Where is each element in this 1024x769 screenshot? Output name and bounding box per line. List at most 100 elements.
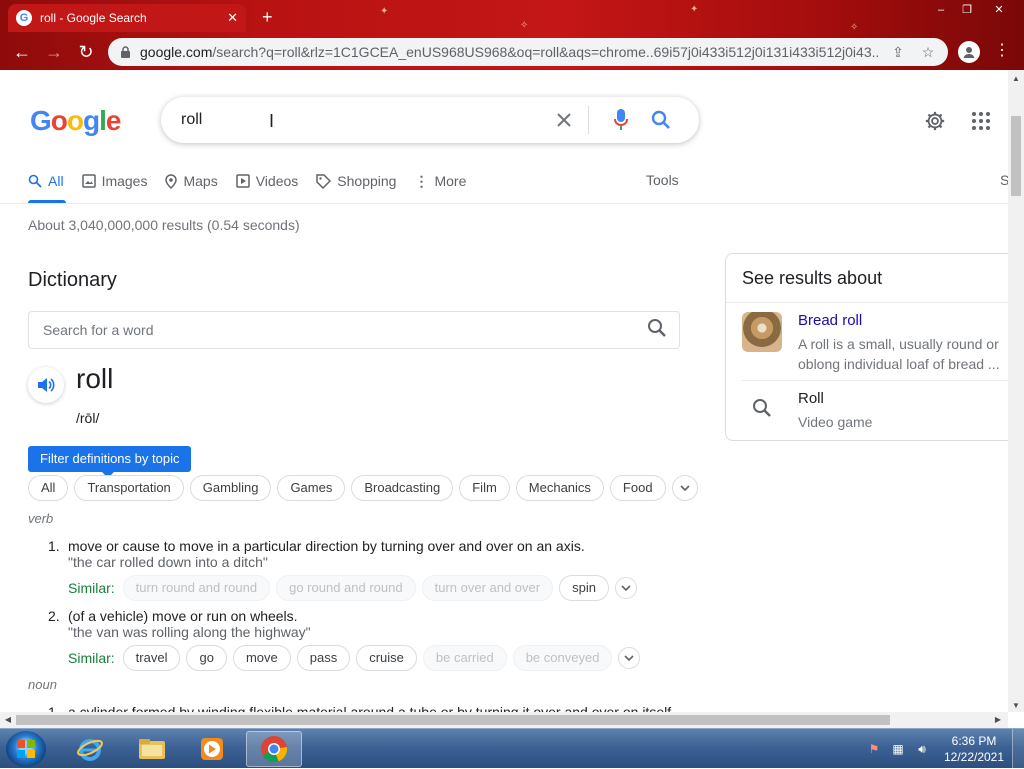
chrome-taskbar-icon[interactable] — [246, 731, 302, 767]
browser-toolbar: ← → ↻ google.com/search?q=roll&rlz=1C1GC… — [0, 34, 1024, 70]
panel-result-subtitle: A roll is a small, usually round or oblon… — [798, 334, 1000, 374]
dictionary-search-field[interactable]: Search for a word — [28, 311, 680, 349]
bookmark-star-icon[interactable]: ☆ — [918, 44, 938, 61]
similar-chip[interactable]: turn over and over — [421, 575, 554, 601]
vertical-scrollbar[interactable]: ▲ ▼ — [1008, 70, 1024, 712]
network-icon[interactable]: ▦ — [888, 742, 908, 756]
settings-gear-icon[interactable] — [922, 108, 948, 134]
system-clock[interactable]: 6:36 PM 12/22/2021 — [940, 733, 1008, 765]
dictionary-headword: roll — [76, 363, 114, 394]
forward-arrow-icon[interactable]: → — [42, 40, 66, 64]
panel-result-title[interactable]: Bread roll — [798, 312, 862, 329]
similar-words-row: Similar: travel go move pass cruise be c… — [68, 645, 641, 671]
similar-chip[interactable]: pass — [296, 645, 351, 671]
topic-chip[interactable]: Film — [459, 475, 510, 501]
topic-chip[interactable]: Games — [277, 475, 346, 501]
bread-roll-thumbnail[interactable] — [742, 312, 782, 352]
topic-chip[interactable]: Food — [609, 475, 666, 501]
similar-chip[interactable]: travel — [122, 645, 181, 671]
similar-label: Similar: — [68, 580, 115, 596]
similar-chip[interactable]: turn round and round — [122, 575, 271, 601]
media-player-icon[interactable] — [184, 731, 240, 767]
logo-letter: g — [83, 105, 100, 136]
browser-tab[interactable]: G roll - Google Search ✕ — [8, 4, 246, 32]
tab-maps[interactable]: Maps — [165, 170, 218, 192]
tab-title: roll - Google Search — [40, 11, 147, 25]
tab-label: Shopping — [337, 173, 397, 189]
topic-chip[interactable]: Transportation — [74, 475, 184, 501]
browser-menu-icon[interactable]: ⋮ — [992, 40, 1012, 60]
image-icon — [81, 174, 96, 188]
back-arrow-icon[interactable]: ← — [10, 40, 34, 64]
cutoff-settings-link[interactable]: S — [1000, 172, 1008, 188]
scroll-right-arrow-icon[interactable]: ▶ — [990, 712, 1006, 728]
dictionary-search-placeholder[interactable]: Search for a word — [43, 322, 647, 338]
share-icon[interactable]: ⇪ — [888, 44, 908, 61]
pronunciation-speaker-icon[interactable] — [28, 367, 64, 403]
chevron-down-icon[interactable] — [671, 475, 698, 501]
similar-chip[interactable]: be conveyed — [512, 645, 613, 671]
tab-all[interactable]: All — [28, 170, 64, 192]
logo-letter: o — [66, 105, 84, 136]
close-window-button[interactable]: ✕ — [986, 2, 1012, 18]
similar-chip[interactable]: go — [186, 645, 227, 671]
search-divider — [588, 106, 589, 134]
tab-more[interactable]: ⋮ More — [414, 170, 466, 192]
profile-avatar-icon[interactable] — [958, 41, 980, 63]
topic-chip[interactable]: Broadcasting — [351, 475, 454, 501]
panel-result-subtitle: Video game — [798, 414, 873, 430]
google-apps-grid-icon[interactable] — [968, 108, 994, 134]
part-of-speech-noun: noun — [28, 677, 57, 692]
google-logo[interactable]: Google — [30, 105, 122, 137]
similar-chip[interactable]: spin — [559, 575, 609, 601]
panel-divider — [726, 302, 1008, 303]
new-tab-button[interactable]: + — [262, 8, 273, 26]
logo-letter: G — [30, 105, 52, 136]
chevron-down-icon[interactable] — [618, 647, 641, 669]
panel-result-title[interactable]: Roll — [798, 390, 824, 407]
volume-icon[interactable]: 🔊︎ — [912, 742, 932, 757]
similar-chip[interactable]: move — [232, 645, 291, 671]
file-explorer-icon[interactable] — [124, 731, 180, 767]
chevron-down-icon[interactable] — [614, 577, 637, 599]
url-text[interactable]: google.com/search?q=roll&rlz=1C1GCEA_enU… — [140, 44, 878, 60]
tab-label: Images — [101, 173, 148, 189]
search-icon[interactable] — [647, 318, 667, 343]
show-desktop-button[interactable] — [1012, 729, 1024, 769]
topic-chip[interactable]: Mechanics — [515, 475, 604, 501]
similar-chip[interactable]: go round and round — [276, 575, 416, 601]
reload-icon[interactable]: ↻ — [74, 40, 98, 64]
similar-chip[interactable]: cruise — [356, 645, 417, 671]
tab-label: More — [434, 173, 467, 189]
restore-button[interactable]: ❐ — [954, 2, 980, 18]
scroll-left-arrow-icon[interactable]: ◀ — [0, 712, 16, 728]
logo-letter: e — [105, 105, 122, 136]
horizontal-scrollbar[interactable]: ◀ ▶ — [0, 712, 1008, 728]
scroll-up-arrow-icon[interactable]: ▲ — [1008, 74, 1024, 83]
similar-chip[interactable]: be carried — [422, 645, 507, 671]
windows-start-button[interactable] — [6, 731, 46, 767]
page-viewport: Google roll I All Images Maps Videos Sho… — [0, 70, 1008, 712]
kebab-icon: ⋮ — [414, 172, 429, 189]
search-input[interactable]: roll — [181, 111, 552, 129]
close-tab-icon[interactable]: ✕ — [227, 10, 238, 26]
topic-chip[interactable]: Gambling — [189, 475, 272, 501]
action-center-flag-icon[interactable]: ⚑ — [864, 742, 884, 756]
address-bar[interactable]: google.com/search?q=roll&rlz=1C1GCEA_enU… — [108, 38, 948, 66]
horizontal-scroll-thumb[interactable] — [16, 715, 890, 725]
topic-chip[interactable]: All — [28, 475, 69, 501]
tab-shopping[interactable]: Shopping — [316, 170, 396, 192]
search-submit-icon[interactable] — [649, 108, 673, 132]
lock-icon[interactable] — [118, 45, 132, 59]
microphone-icon[interactable] — [609, 108, 633, 132]
scroll-down-arrow-icon[interactable]: ▼ — [1008, 701, 1024, 710]
tools-button[interactable]: Tools — [646, 172, 679, 188]
tab-videos[interactable]: Videos — [235, 170, 298, 192]
tab-images[interactable]: Images — [81, 170, 148, 192]
clear-search-icon[interactable] — [552, 108, 576, 132]
search-box[interactable]: roll I — [161, 97, 699, 143]
vertical-scroll-thumb[interactable] — [1011, 116, 1021, 196]
definition-number: 1. — [48, 538, 60, 554]
minimize-button[interactable]: – — [928, 2, 954, 18]
internet-explorer-icon[interactable] — [62, 731, 118, 767]
